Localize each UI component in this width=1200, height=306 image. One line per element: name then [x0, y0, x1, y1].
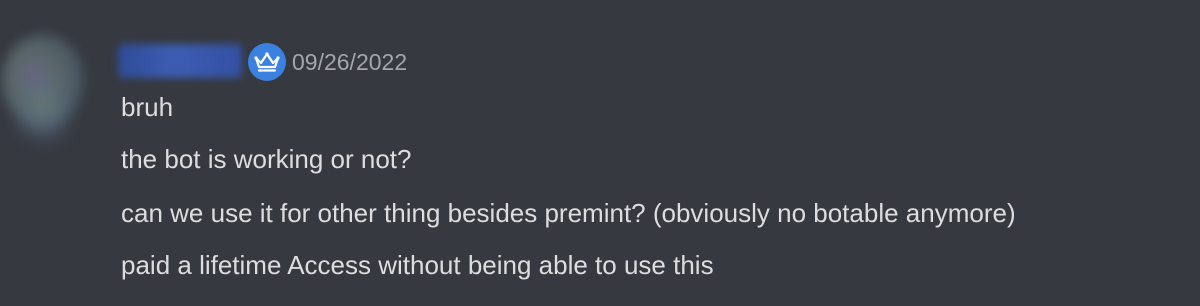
avatar[interactable] [2, 34, 84, 148]
message-line: the bot is working or not? [121, 144, 412, 174]
message-line: paid a lifetime Access without being abl… [121, 250, 714, 280]
username[interactable] [118, 44, 242, 78]
avatar-image [20, 78, 66, 148]
crown-icon-glyph [254, 52, 280, 72]
message-timestamp: 09/26/2022 [292, 49, 408, 75]
message-line: bruh [121, 92, 174, 122]
message-line: can we use it for other thing besides pr… [121, 198, 1016, 228]
chat-message: 09/26/2022 bruh the bot is working or no… [0, 0, 1200, 306]
crown-icon [248, 43, 286, 81]
